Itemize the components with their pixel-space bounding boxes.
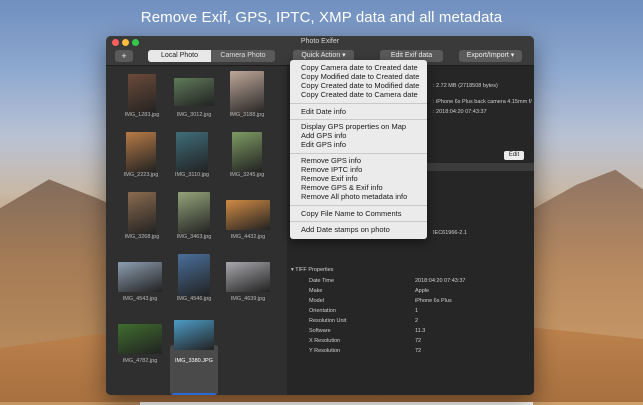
tiff-properties-header[interactable]: ▾ TIFF Properties	[291, 267, 333, 273]
photo-filename: IMG_3268.jpg	[124, 234, 160, 240]
tiff-label: Resolution Unit	[309, 318, 347, 324]
menu-item-remove-gps[interactable]: Remove GPS info	[301, 156, 361, 165]
photo-filename: IMG_3245.jpg	[229, 172, 265, 178]
photo-filename: IMG_4432.jpg	[230, 234, 266, 240]
photo-image	[118, 262, 162, 292]
menu-item-copy-created-to-camera[interactable]: Copy Created date to Camera date	[301, 90, 418, 99]
tiff-value: 72	[415, 338, 422, 344]
photo-image	[176, 132, 208, 172]
tiff-value: 11.3	[415, 328, 426, 334]
tiff-value: iPhone 6s Plus	[415, 298, 452, 304]
menu-item-copy-created-to-modified[interactable]: Copy Created date to Modified date	[301, 81, 419, 90]
tiff-value: 2	[415, 318, 419, 324]
menu-item-display-gps-map[interactable]: Display GPS properties on Map	[301, 122, 406, 131]
photo-image	[128, 192, 156, 234]
file-size-value: : 2.72 MB (2718508 bytes)	[433, 83, 498, 89]
photo-image	[226, 200, 270, 230]
menu-item-copy-modified-to-created[interactable]: Copy Modified date to Created date	[301, 72, 419, 81]
photo-filename: IMG_3380.JPG	[175, 358, 213, 364]
window-title: Photo Exifer	[300, 38, 340, 45]
menu-item-remove-all-metadata[interactable]: Remove All photo metadata info	[301, 192, 407, 201]
tiff-label: Y Resolution	[309, 348, 341, 354]
tiff-label: Model	[309, 298, 324, 304]
photo-filename: IMG_3012.jpg	[176, 112, 212, 118]
photo-image	[178, 192, 210, 234]
photo-filename: IMG_1283.jpg	[124, 112, 160, 118]
tiff-label: X Resolution	[309, 338, 341, 344]
tiff-label: Software	[309, 328, 331, 334]
tiff-value: Apple	[415, 288, 430, 294]
menu-divider	[290, 103, 427, 104]
photo-filename: IMG_3110.jpg	[174, 172, 210, 178]
photo-filename: IMG_4546.jpg	[176, 296, 212, 302]
add-photo-button[interactable]: +	[115, 50, 133, 62]
photo-image	[178, 254, 210, 296]
date-value: : 2018:04:20 07:43:37	[433, 109, 487, 115]
tiff-value: 72	[415, 348, 422, 354]
camera-photo-tab[interactable]: Camera Photo	[211, 50, 275, 62]
menu-item-add-date-stamps[interactable]: Add Date stamps on photo	[301, 225, 390, 234]
menu-item-copy-filename-comments[interactable]: Copy File Name to Comments	[301, 209, 401, 218]
photo-filename: IMG_3188.jpg	[229, 112, 265, 118]
menu-item-edit-gps[interactable]: Edit GPS info	[301, 140, 346, 149]
tiff-label: Date Time	[309, 278, 335, 284]
edit-info-button[interactable]: Edit	[504, 151, 524, 160]
menu-item-remove-exif[interactable]: Remove Exif info	[301, 174, 358, 183]
photo-filename: IMG_4543.jpg	[122, 296, 158, 302]
tiff-label: Make	[309, 288, 323, 294]
tiff-value: 1	[415, 308, 419, 314]
photo-filename: IMG_3463.jpg	[176, 234, 212, 240]
source-segmented-control: Local Photo Camera Photo	[148, 50, 275, 62]
menu-divider	[290, 153, 427, 154]
menu-item-edit-date[interactable]: Edit Date info	[301, 107, 346, 116]
menu-divider	[290, 119, 427, 120]
tiff-label: Orientation	[309, 308, 336, 314]
photo-filename: IMG_4639.jpg	[230, 296, 266, 302]
local-photo-tab[interactable]: Local Photo	[148, 50, 211, 62]
tiff-value: 2018:04:20 07:43:37	[415, 278, 466, 284]
photo-image	[232, 132, 262, 172]
quick-action-menu: Copy Camera date to Created date Copy Mo…	[290, 60, 427, 239]
photo-image	[126, 132, 156, 172]
photo-image	[128, 74, 156, 114]
color-profile-value: IEC61966-2.1	[433, 230, 467, 236]
photo-image	[230, 71, 264, 115]
menu-divider	[290, 221, 427, 222]
selected-thumbnail-highlight	[170, 345, 218, 395]
photo-grid: IMG_1283.jpg IMG_3012.jpg IMG_3188.jpg IMG_…	[106, 66, 287, 395]
export-import-button[interactable]: Export/Import ▾	[459, 50, 522, 62]
title-bar: Photo Exifer	[106, 36, 534, 48]
menu-divider	[290, 205, 427, 206]
photo-image	[174, 78, 214, 106]
menu-item-remove-iptc[interactable]: Remove IPTC info	[301, 165, 362, 174]
selected-caption-highlight	[172, 393, 216, 395]
menu-item-add-gps[interactable]: Add GPS info	[301, 131, 346, 140]
photo-filename: IMG_4782.jpg	[122, 358, 158, 364]
photo-image	[174, 320, 214, 350]
menu-item-remove-gps-exif[interactable]: Remove GPS & Exif info	[301, 183, 383, 192]
promo-headline: Remove Exif, GPS, IPTC, XMP data and all…	[140, 9, 503, 26]
camera-model-value: : iPhone 6s Plus back camera 4.15mm f/	[433, 99, 532, 105]
photo-image	[118, 324, 162, 354]
photo-image	[226, 262, 270, 292]
menu-item-copy-camera-to-created[interactable]: Copy Camera date to Created date	[301, 63, 418, 72]
